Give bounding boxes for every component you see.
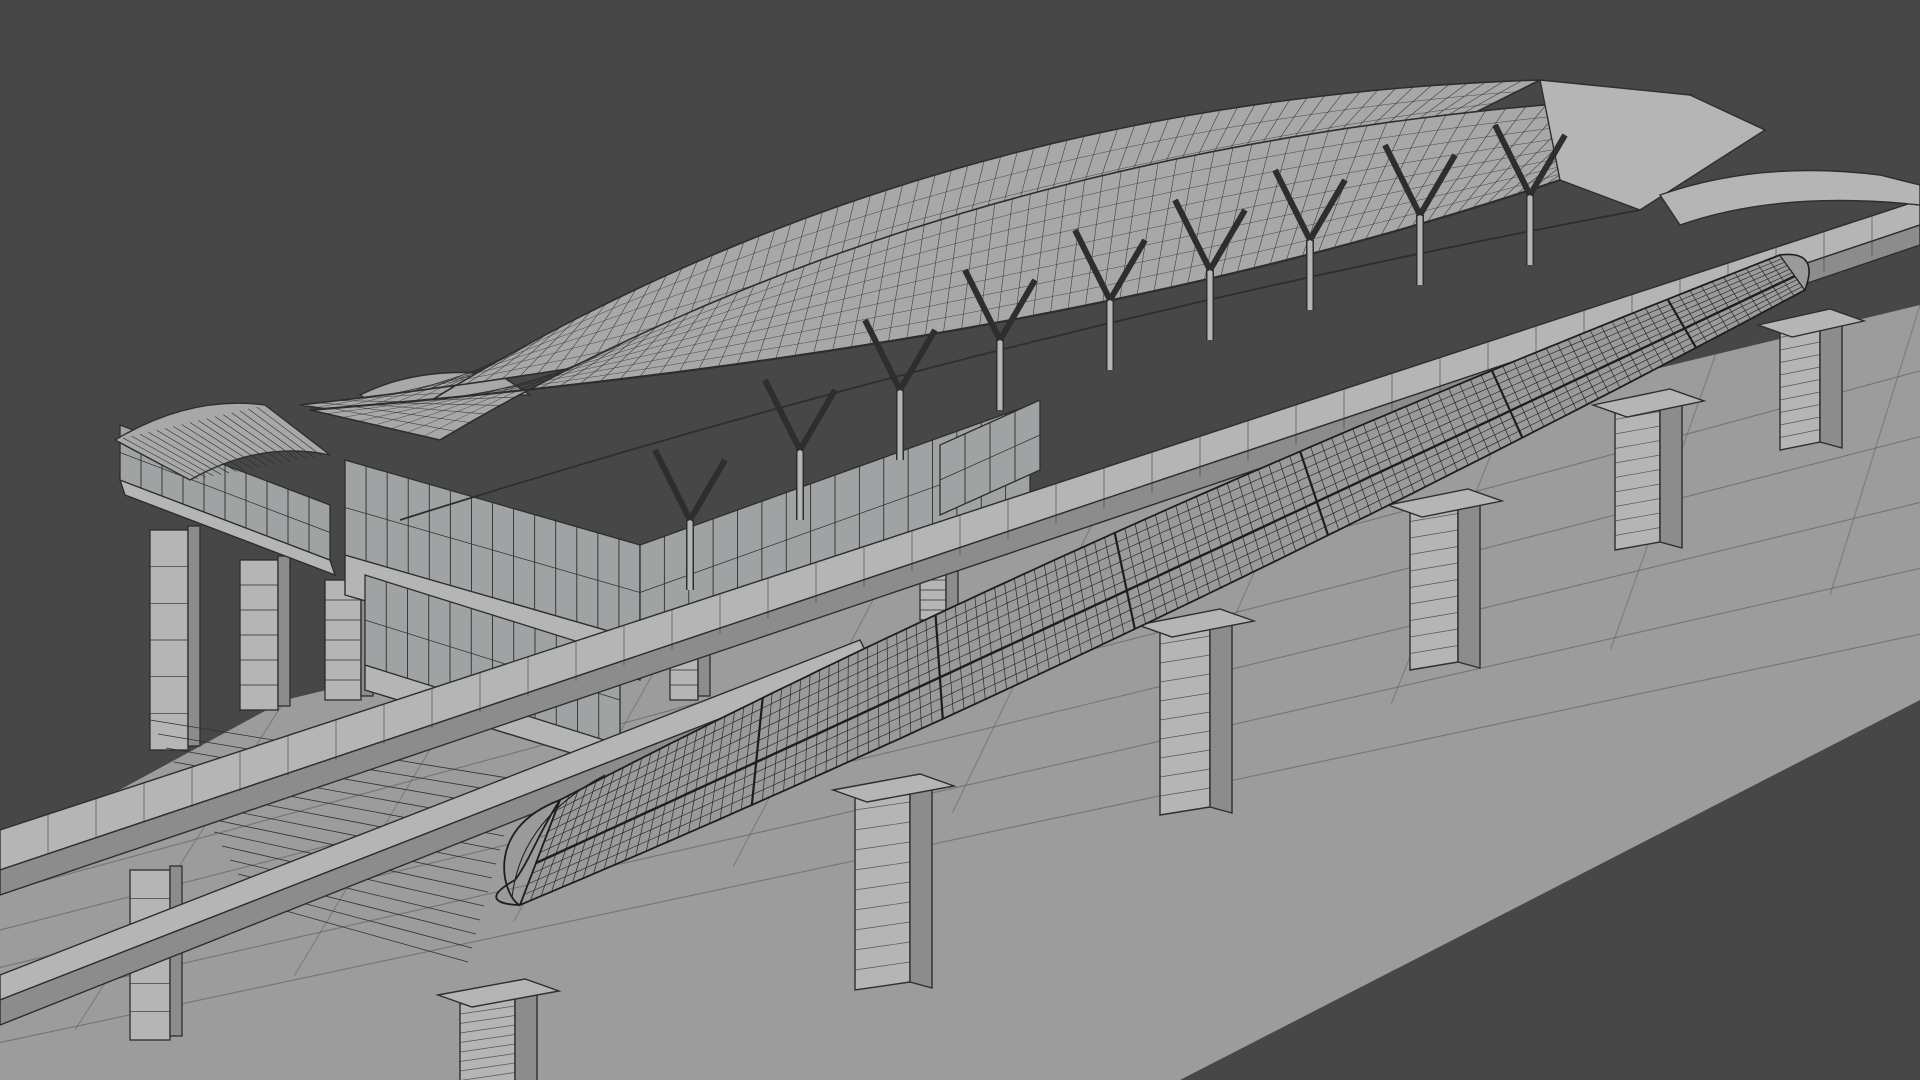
pier-side xyxy=(1209,616,1233,814)
pier-side xyxy=(1457,496,1481,669)
pier-side xyxy=(909,781,933,989)
pier-side xyxy=(514,986,538,1080)
station-wireframe-scene[interactable] xyxy=(0,0,1920,1080)
pier-side xyxy=(1819,316,1843,449)
column-side xyxy=(277,555,291,707)
column-branch xyxy=(687,458,728,522)
3d-viewport[interactable] xyxy=(0,0,1920,1080)
pier-side xyxy=(1659,396,1683,549)
y-column xyxy=(862,318,938,460)
column-branch xyxy=(652,448,693,522)
column-branch xyxy=(797,388,838,452)
platform-column xyxy=(149,525,201,751)
platform-column xyxy=(239,555,291,711)
left-canopy xyxy=(113,371,533,481)
column-branch xyxy=(762,378,803,452)
column-side xyxy=(187,525,201,747)
